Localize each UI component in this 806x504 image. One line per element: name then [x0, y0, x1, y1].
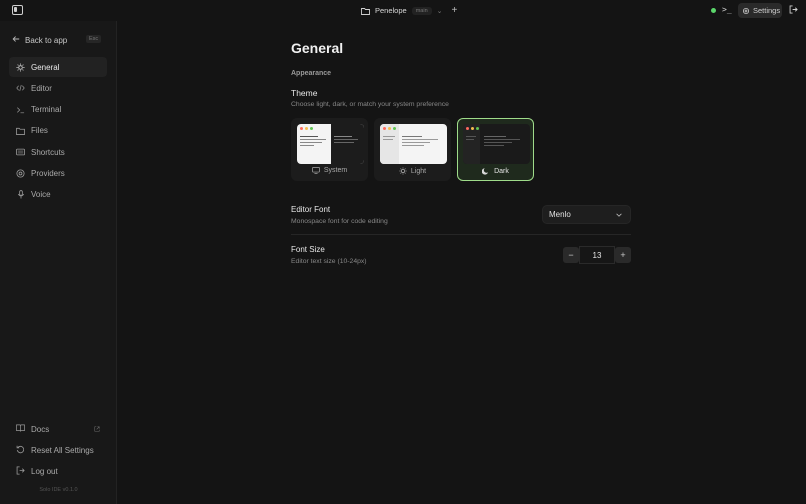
theme-options: System Light Dark	[291, 118, 534, 181]
code-icon	[16, 84, 25, 92]
sidebar-item-label: Shortcuts	[31, 147, 65, 157]
theme-light-label: Light	[410, 167, 427, 175]
theme-option-dark[interactable]: Dark	[457, 118, 534, 181]
decrement-button[interactable]: −	[563, 247, 579, 263]
increment-button[interactable]: +	[615, 247, 631, 263]
theme-option-system[interactable]: System	[291, 118, 368, 181]
top-bar: Penelope main ⌄ + >_ Settings	[0, 0, 806, 21]
theme-dark-label: Dark	[494, 167, 509, 175]
gear-icon	[742, 7, 750, 14]
exit-icon[interactable]	[789, 5, 798, 16]
theme-preview-light	[380, 124, 447, 164]
arrow-left-icon	[12, 35, 20, 45]
editor-font-description: Monospace font for code editing	[291, 218, 388, 225]
settings-button[interactable]: Settings	[738, 3, 782, 18]
editor-font-value: Menlo	[549, 210, 571, 219]
sidebar-item-general[interactable]: General	[9, 57, 107, 77]
sidebar-item-label: Providers	[31, 168, 65, 178]
sidebar-item-providers[interactable]: Providers	[9, 163, 107, 183]
editor-font-select[interactable]: Menlo	[542, 205, 631, 224]
theme-system-label: System	[323, 167, 348, 174]
section-label: Appearance	[291, 70, 332, 77]
sidebar-item-label: Voice	[31, 190, 51, 200]
sidebar-item-files[interactable]: Files	[9, 121, 107, 141]
settings-nav: General Editor Terminal Files Shortcuts	[9, 57, 107, 206]
project-switcher[interactable]: Penelope main ⌄ +	[361, 4, 457, 17]
sidebar-item-label: Editor	[31, 83, 52, 93]
back-label: Back to app	[25, 35, 68, 45]
font-size-stepper: − 13 +	[563, 246, 631, 264]
settings-sidebar: Back to app Esc General Editor Terminal	[0, 21, 117, 504]
theme-preview-dark	[463, 124, 530, 164]
font-size-description: Editor text size (10-24px)	[291, 258, 367, 265]
sidebar-bottom: Docs Reset All Settings Log out	[9, 419, 107, 483]
sidebar-item-label: Terminal	[31, 105, 62, 115]
sidebar-item-editor[interactable]: Editor	[9, 78, 107, 98]
font-size-title: Font Size	[291, 245, 325, 254]
logout-label: Log out	[31, 467, 58, 477]
theme-preview-system	[297, 124, 364, 164]
moon-icon	[482, 168, 489, 175]
sidebar-toggle-icon[interactable]	[12, 5, 23, 15]
editor-font-title: Editor Font	[291, 205, 331, 214]
reset-icon	[16, 445, 25, 456]
divider	[291, 234, 631, 235]
keyboard-icon	[16, 148, 25, 156]
docs-label: Docs	[31, 424, 50, 434]
chevron-down-icon[interactable]: ⌄	[437, 7, 443, 15]
esc-shortcut-badge: Esc	[86, 35, 102, 43]
providers-icon	[16, 169, 25, 178]
theme-option-label: Dark	[458, 167, 533, 175]
sidebar-item-shortcuts[interactable]: Shortcuts	[9, 142, 107, 162]
book-icon	[16, 424, 25, 434]
theme-title: Theme	[291, 88, 318, 98]
sidebar-item-terminal[interactable]: Terminal	[9, 100, 107, 120]
project-name: Penelope	[375, 6, 407, 15]
branch-badge: main	[411, 6, 432, 15]
sun-icon	[16, 62, 25, 72]
logout-button[interactable]: Log out	[9, 462, 107, 482]
sidebar-item-label: General	[31, 62, 60, 72]
theme-option-light[interactable]: Light	[374, 118, 451, 181]
docs-link[interactable]: Docs	[9, 419, 107, 439]
settings-label: Settings	[753, 6, 781, 15]
monitor-icon	[311, 167, 320, 174]
sun-icon	[399, 167, 407, 175]
terminal-icon[interactable]: >_	[722, 5, 732, 14]
terminal-icon	[16, 106, 25, 114]
connection-status-dot	[711, 8, 716, 13]
reset-settings-button[interactable]: Reset All Settings	[9, 440, 107, 460]
font-size-input[interactable]: 13	[579, 246, 615, 264]
theme-option-label: System	[292, 167, 367, 174]
version-text: Solo IDE v0.1.0	[39, 487, 78, 493]
sidebar-item-label: Files	[31, 126, 48, 136]
theme-option-label: Light	[375, 167, 450, 175]
new-tab-plus-icon[interactable]: +	[452, 5, 458, 16]
microphone-icon	[16, 190, 25, 199]
sidebar-item-voice[interactable]: Voice	[9, 185, 107, 205]
folder-icon	[16, 127, 25, 135]
theme-description: Choose light, dark, or match your system…	[291, 101, 449, 108]
external-link-icon	[94, 425, 100, 434]
folder-icon	[361, 7, 370, 15]
chevron-down-icon	[615, 211, 623, 221]
reset-label: Reset All Settings	[31, 445, 94, 455]
page-title: General	[291, 40, 344, 56]
logout-icon	[16, 466, 25, 477]
